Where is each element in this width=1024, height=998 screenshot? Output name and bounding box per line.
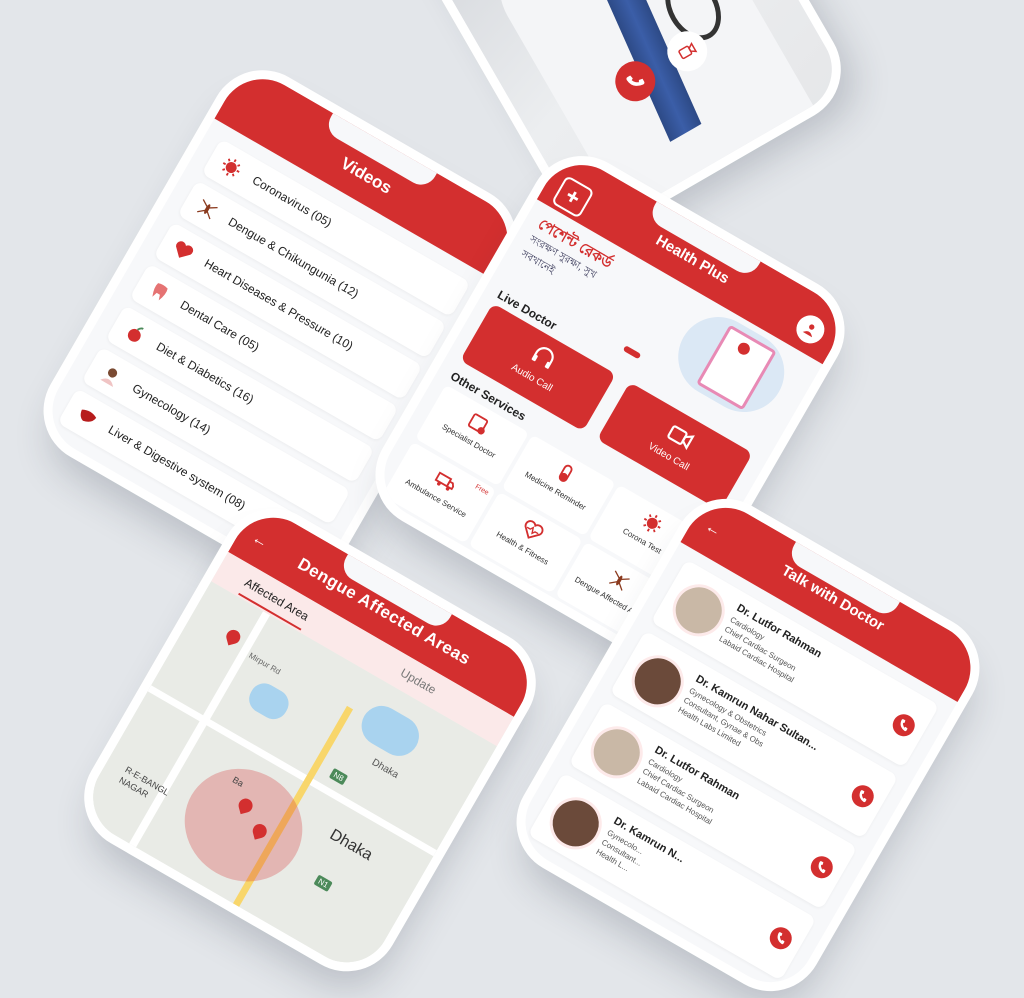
tooth-icon <box>152 283 168 301</box>
heartbeat-icon <box>524 520 544 539</box>
map-label: Dhaka <box>369 756 401 781</box>
call-doctor-button[interactable] <box>806 852 837 883</box>
dengue-map-phone: ← Dengue Affected Areas Affected Area Up… <box>77 501 543 979</box>
category-icon-box <box>117 316 153 352</box>
apple-icon <box>127 327 144 342</box>
category-icon-box <box>165 233 201 269</box>
liver-icon <box>80 409 97 422</box>
category-icon-box <box>213 150 249 186</box>
calendar-plus-icon <box>467 413 489 435</box>
phone-icon <box>900 719 908 732</box>
free-badge: Free <box>527 590 544 604</box>
phone-icon <box>818 861 826 874</box>
call-doctor-button[interactable] <box>888 710 919 741</box>
phone-icon <box>777 932 785 945</box>
map-label: Dhaka <box>326 826 376 865</box>
pill-icon <box>558 464 573 482</box>
pharmacy-icon <box>401 529 423 549</box>
category-icon-box <box>93 358 129 394</box>
map-pin-icon[interactable] <box>224 628 242 646</box>
user-icon <box>802 324 815 338</box>
blood-drop-icon <box>492 580 505 596</box>
phone-icon <box>859 790 867 803</box>
hospital-icon <box>574 627 598 650</box>
call-doctor-button[interactable] <box>765 923 796 954</box>
video-camera-icon <box>667 425 695 451</box>
virus-icon <box>222 158 241 177</box>
water-body <box>354 698 427 764</box>
free-badge: Free <box>473 483 490 497</box>
heart-icon <box>176 241 194 258</box>
headset-icon <box>531 347 554 369</box>
category-icon-box <box>141 274 177 310</box>
mosquito-icon <box>197 199 218 220</box>
ambulance-icon <box>434 471 455 491</box>
service-label: Nearest Hospital <box>548 636 604 657</box>
water-body <box>244 678 294 725</box>
call-doctor-button[interactable] <box>847 781 878 812</box>
phone-icon <box>626 75 645 86</box>
woman-icon <box>100 368 118 387</box>
video-camera-icon <box>678 42 698 60</box>
virus-icon <box>643 514 662 533</box>
mosquito-icon <box>609 570 630 591</box>
category-icon-box <box>69 399 105 435</box>
map-label: N8 <box>328 767 349 786</box>
category-icon-box <box>189 191 225 227</box>
map-label: N1 <box>313 874 334 893</box>
banner-pager-dots <box>622 345 642 360</box>
map-label: Mirpur Rd <box>247 650 283 677</box>
